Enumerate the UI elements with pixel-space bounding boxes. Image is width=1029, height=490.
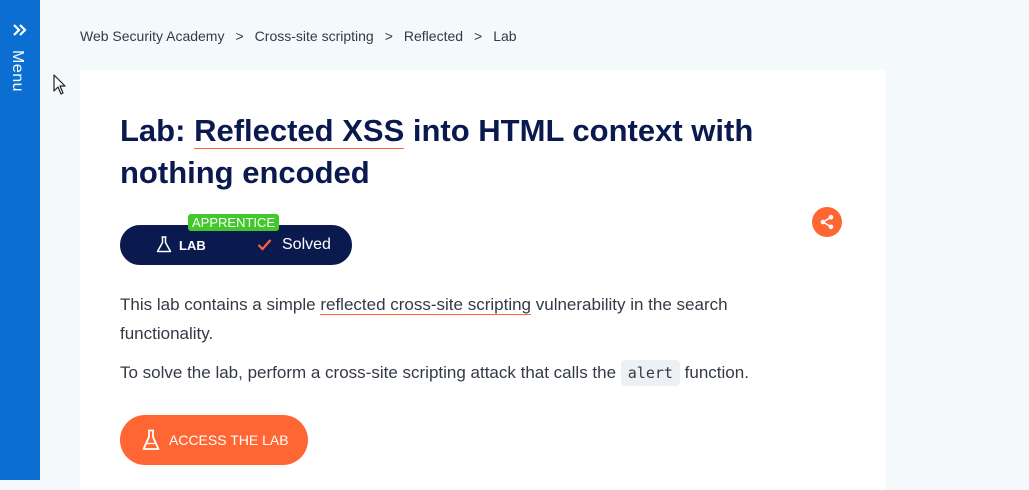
share-button[interactable]	[812, 207, 842, 237]
breadcrumb-separator: >	[384, 28, 393, 44]
title-topic-link[interactable]: Reflected XSS	[194, 113, 405, 149]
access-the-lab-button[interactable]: ACCESS THE LAB	[120, 415, 308, 465]
access-the-lab-label: ACCESS THE LAB	[169, 432, 289, 448]
lab-instructions: To solve the lab, perform a cross-site s…	[120, 358, 820, 388]
share-icon	[820, 214, 834, 230]
breadcrumb-reflected[interactable]: Reflected	[404, 28, 463, 44]
breadcrumb-web-security-academy[interactable]: Web Security Academy	[80, 28, 224, 44]
mouse-pointer-icon	[53, 74, 66, 95]
page-title: Lab: Reflected XSS into HTML context wit…	[120, 110, 820, 194]
side-menu-toggle[interactable]: Menu	[0, 0, 40, 480]
flask-icon	[156, 236, 172, 253]
side-menu-label: Menu	[9, 50, 26, 93]
checkmark-icon	[257, 239, 272, 251]
breadcrumb-cross-site-scripting[interactable]: Cross-site scripting	[255, 28, 374, 44]
breadcrumb-separator: >	[474, 28, 483, 44]
lab-status-pill: LAB Solved	[120, 225, 352, 265]
title-prefix: Lab:	[120, 113, 195, 148]
reflected-xss-link[interactable]: reflected cross-site scripting	[320, 295, 532, 315]
difficulty-level-badge: APPRENTICE	[188, 214, 280, 231]
alert-code: alert	[620, 360, 680, 386]
instructions-text: To solve the lab, perform a cross-site s…	[120, 363, 621, 382]
breadcrumb-separator: >	[235, 28, 244, 44]
double-chevron-right-icon	[13, 24, 27, 36]
instructions-text: function.	[679, 363, 749, 382]
lab-content-card: Lab: Reflected XSS into HTML context wit…	[80, 70, 886, 490]
breadcrumb: Web Security Academy > Cross-site script…	[80, 28, 517, 44]
flask-icon	[142, 429, 160, 450]
lab-solved-status: Solved	[282, 236, 331, 253]
lab-type-label: LAB	[179, 238, 206, 253]
breadcrumb-lab[interactable]: Lab	[493, 28, 516, 44]
lab-description: This lab contains a simple reflected cro…	[120, 290, 820, 348]
description-text: This lab contains a simple	[120, 295, 321, 314]
